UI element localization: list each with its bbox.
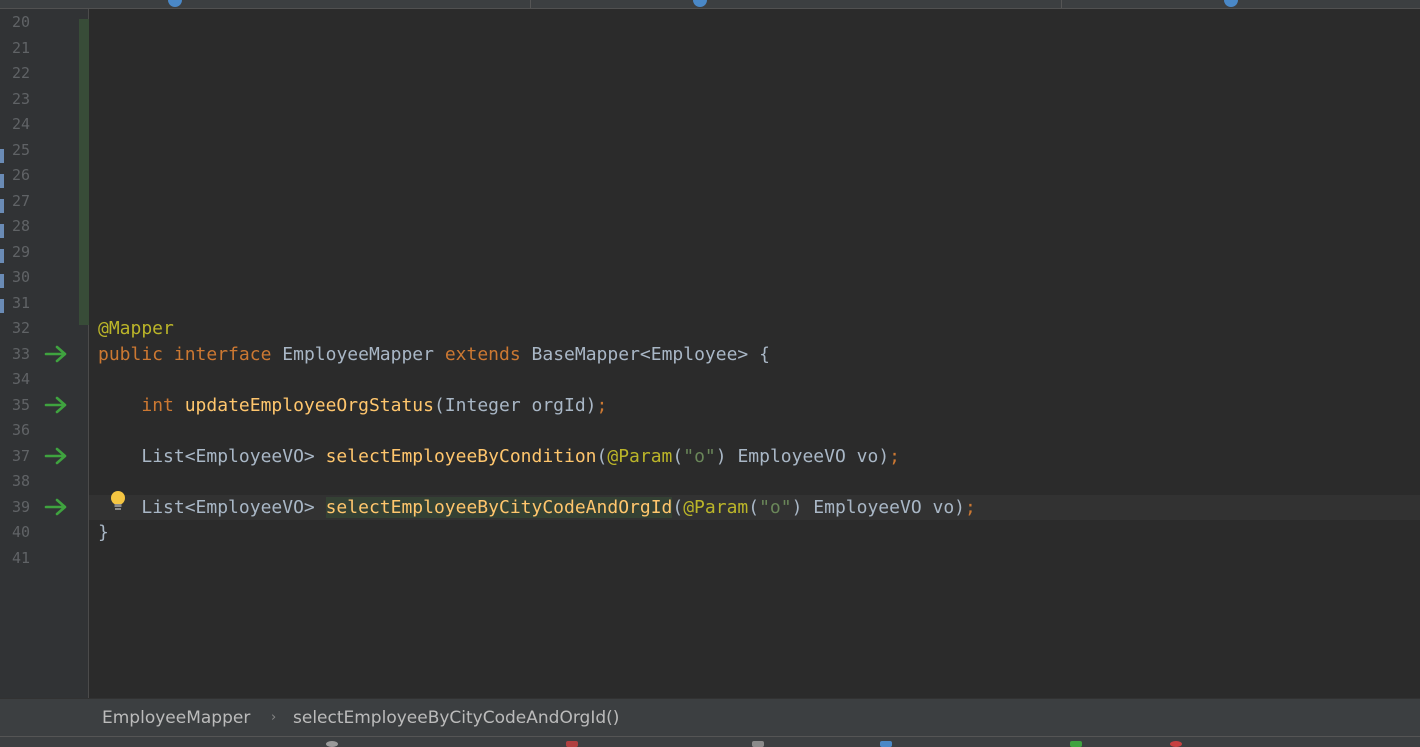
param-annotation: @Param [683, 497, 749, 518]
method-name: selectEmployeeByCondition [325, 446, 597, 467]
paren-open: ( [672, 446, 684, 467]
line-number: 39 [12, 498, 31, 516]
line-number: 38 [12, 472, 31, 490]
line-number: 37 [12, 447, 31, 465]
interface-file-icon [168, 0, 182, 7]
paren-open: ( [672, 497, 684, 518]
status-icon[interactable] [1170, 741, 1182, 747]
implemented-method-arrow-icon[interactable] [44, 446, 70, 466]
implemented-method-arrow-icon[interactable] [44, 344, 70, 364]
line-number: 26 [12, 166, 31, 184]
implemented-method-arrow-icon[interactable] [44, 497, 70, 517]
line-number: 28 [12, 217, 31, 235]
editor-tab-strip [0, 0, 1420, 9]
line-number: 29 [12, 243, 31, 261]
param-annotation: @Param [607, 446, 673, 467]
breadcrumb-separator: › [271, 710, 277, 725]
keyword-public: public [98, 344, 164, 365]
line-number: 30 [12, 268, 31, 286]
status-bar [0, 736, 1420, 747]
line-number: 21 [12, 39, 31, 57]
status-icon[interactable] [566, 741, 578, 747]
keyword-extends: extends [444, 344, 521, 365]
string-literal: "o" [759, 497, 792, 518]
line-number: 27 [12, 192, 31, 210]
paren-open: ( [596, 446, 608, 467]
breadcrumb-item-method[interactable]: selectEmployeeByCityCodeAndOrgId() [293, 699, 619, 737]
breadcrumb-item-interface[interactable]: EmployeeMapper [102, 699, 250, 737]
method-name: updateEmployeeOrgStatus [184, 395, 434, 416]
line-number: 24 [12, 115, 31, 133]
return-type: List<EmployeeVO> [141, 497, 315, 518]
code-line-closing-brace[interactable]: } [98, 520, 109, 545]
method-params: ) EmployeeVO vo) [715, 446, 890, 467]
line-number: 32 [12, 319, 31, 337]
editor-tab[interactable] [531, 0, 1062, 8]
keyword-interface: interface [173, 344, 272, 365]
editor-gutter[interactable]: 20 21 22 23 24 25 26 27 28 29 30 31 32 3… [4, 9, 91, 698]
interface-name: EmployeeMapper [282, 344, 434, 365]
line-number: 25 [12, 141, 31, 159]
code-editor[interactable]: @Mapper public interface EmployeeMapper … [89, 9, 1420, 698]
status-icon[interactable] [326, 741, 338, 747]
line-number: 23 [12, 90, 31, 108]
line-number: 33 [12, 345, 31, 363]
code-line-method-1[interactable]: int updateEmployeeOrgStatus(Integer orgI… [98, 393, 607, 418]
code-line-method-3[interactable]: List<EmployeeVO> selectEmployeeByCityCod… [98, 495, 976, 520]
line-number: 40 [12, 523, 31, 541]
line-number: 34 [12, 370, 31, 388]
interface-file-icon [693, 0, 707, 7]
line-number: 35 [12, 396, 31, 414]
line-number: 41 [12, 549, 31, 567]
semicolon: ; [965, 497, 976, 518]
code-line-annotation[interactable]: @Mapper [98, 316, 174, 341]
mapper-annotation: @Mapper [98, 318, 174, 339]
parent-type: BaseMapper<Employee> { [531, 344, 770, 365]
implemented-method-arrow-icon[interactable] [44, 395, 70, 415]
editor-tab[interactable] [0, 0, 531, 8]
semicolon: ; [596, 395, 608, 416]
line-number: 22 [12, 64, 31, 82]
method-name: selectEmployeeByCityCodeAndOrgId [325, 497, 673, 518]
status-icon[interactable] [880, 741, 892, 747]
line-number: 20 [12, 13, 31, 31]
line-number: 36 [12, 421, 31, 439]
string-literal: "o" [683, 446, 716, 467]
return-type: List<EmployeeVO> [141, 446, 315, 467]
semicolon: ; [889, 446, 900, 467]
code-line-method-2[interactable]: List<EmployeeVO> selectEmployeeByConditi… [98, 444, 900, 469]
status-icon[interactable] [752, 741, 764, 747]
code-line-interface-declaration[interactable]: public interface EmployeeMapper extends … [98, 342, 770, 367]
editor-tab[interactable] [1062, 0, 1420, 8]
method-params: ) EmployeeVO vo) [791, 497, 965, 518]
breadcrumb: EmployeeMapper › selectEmployeeByCityCod… [0, 698, 1420, 737]
class-file-icon [1224, 0, 1238, 7]
return-type: int [141, 395, 174, 416]
status-icon[interactable] [1070, 741, 1082, 747]
closing-brace: } [98, 522, 109, 543]
line-number: 31 [12, 294, 31, 312]
method-params: (Integer orgId) [433, 395, 597, 416]
paren-open: ( [748, 497, 760, 518]
